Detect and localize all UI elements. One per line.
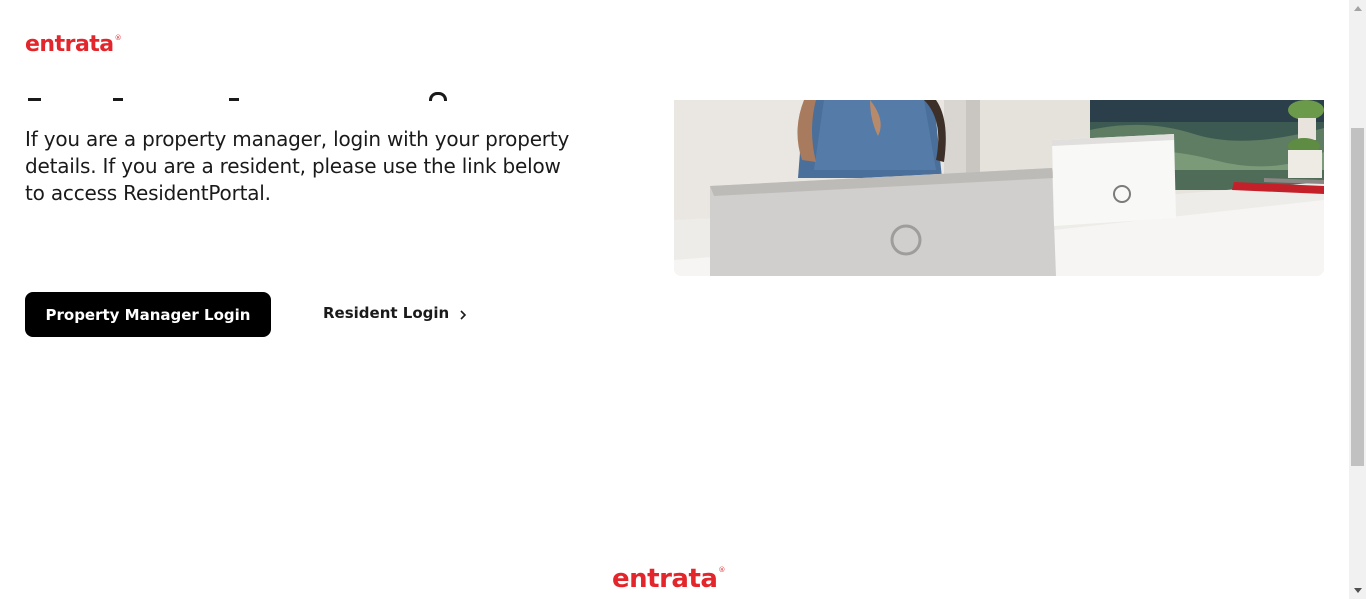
vertical-scrollbar[interactable]	[1349, 0, 1366, 599]
footer-registered-mark: ®	[718, 566, 725, 574]
scroll-down-arrow-icon[interactable]	[1349, 582, 1366, 599]
footer-logo-text: entrata	[612, 564, 718, 594]
scroll-up-arrow-icon[interactable]	[1349, 0, 1366, 17]
intro-text: If you are a property manager, login wit…	[25, 127, 570, 205]
resident-login-link[interactable]: Resident Login	[323, 304, 468, 322]
entrata-logo-footer[interactable]: entrata®	[612, 566, 725, 592]
logo-text: entrata	[25, 32, 114, 57]
chevron-right-icon	[458, 307, 468, 320]
registered-mark: ®	[114, 34, 122, 42]
resident-login-label: Resident Login	[323, 304, 450, 322]
hero-image	[674, 100, 1324, 276]
entrata-logo-header[interactable]: entrata®	[25, 32, 122, 57]
login-page: entrata® If you are a property manager, …	[0, 0, 1366, 599]
page-heading-cropped	[25, 92, 465, 101]
scrollbar-thumb[interactable]	[1351, 128, 1364, 466]
property-manager-login-button[interactable]: Property Manager Login	[25, 292, 271, 337]
